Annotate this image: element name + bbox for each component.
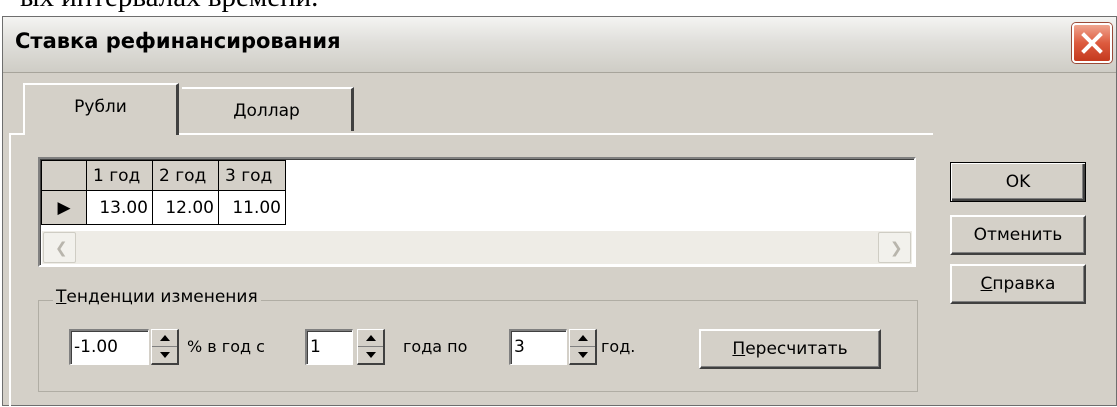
close-button[interactable] — [1072, 23, 1112, 63]
rates-table: 1 год 2 год 3 год ▶ 13.00 12.00 11.00 — [41, 160, 286, 225]
ok-button-label: OK — [1005, 172, 1031, 192]
tab-dollar[interactable]: Доллар — [182, 87, 354, 131]
year-to-label: года по — [403, 337, 468, 356]
arrow-down-icon — [578, 351, 588, 358]
ok-button[interactable]: OK — [950, 162, 1086, 202]
arrow-down-icon — [160, 351, 170, 358]
row-indicator-icon: ▶ — [41, 190, 87, 225]
recalculate-hotkey: П — [732, 339, 746, 359]
year-suffix-label: год. — [601, 337, 636, 356]
column-header-year-1[interactable]: 1 год — [86, 160, 153, 191]
rate-change-spinner[interactable] — [151, 329, 179, 365]
arrow-up-icon — [578, 335, 588, 341]
help-button-label: правка — [992, 274, 1056, 294]
column-header-year-2[interactable]: 2 год — [152, 160, 219, 191]
spinner-up-button[interactable] — [152, 330, 177, 347]
trend-title-label: енденции изменения — [66, 287, 258, 307]
help-button-hotkey: С — [980, 274, 993, 294]
from-year-spinner[interactable] — [357, 329, 385, 365]
window-title: Ставка рефинансирования — [15, 29, 341, 53]
spinner-down-button[interactable] — [570, 347, 595, 364]
scroll-right-button[interactable]: ❯ — [878, 232, 911, 263]
cell-year-1[interactable]: 13.00 — [86, 190, 153, 225]
rate-change-input[interactable]: -1.00 — [69, 329, 149, 365]
chevron-left-icon: ❮ — [55, 239, 68, 257]
rates-grid[interactable]: 1 год 2 год 3 год ▶ 13.00 12.00 11.00 ❮ … — [38, 157, 916, 267]
recalculate-button[interactable]: Пересчитать — [699, 329, 881, 369]
spinner-up-button[interactable] — [570, 330, 595, 347]
recalculate-label: ересчитать — [745, 339, 848, 359]
grid-corner-cell — [41, 160, 87, 191]
tab-rubles[interactable]: Рубли — [23, 83, 179, 135]
chevron-right-icon: ❯ — [890, 239, 903, 257]
arrow-up-icon — [160, 335, 170, 341]
trend-groupbox-title: Тенденции изменения — [53, 287, 261, 307]
spinner-down-button[interactable] — [358, 347, 383, 364]
rate-change-value: -1.00 — [74, 337, 118, 357]
trend-groupbox: Тенденции изменения -1.00 % в год с 1 го… — [38, 287, 918, 392]
grid-header-row: 1 год 2 год 3 год — [41, 160, 286, 191]
to-year-input[interactable]: 3 — [509, 329, 567, 365]
cancel-button-label: Отменить — [973, 225, 1063, 245]
to-year-value: 3 — [514, 337, 525, 357]
help-button[interactable]: Справка — [950, 264, 1086, 304]
close-icon — [1081, 32, 1103, 54]
arrow-down-icon — [366, 351, 376, 358]
from-year-input[interactable]: 1 — [305, 329, 353, 365]
scroll-left-button[interactable]: ❮ — [43, 232, 76, 263]
cancel-button[interactable]: Отменить — [950, 215, 1086, 255]
horizontal-scrollbar[interactable]: ❮ ❯ — [42, 231, 912, 264]
arrow-up-icon — [366, 335, 376, 341]
title-bar[interactable]: Ставка рефинансирования — [3, 17, 1116, 73]
trend-title-hotkey: Т — [56, 287, 67, 307]
spinner-up-button[interactable] — [358, 330, 383, 347]
spinner-down-button[interactable] — [152, 347, 177, 364]
cell-year-3[interactable]: 11.00 — [218, 190, 286, 225]
percent-per-year-label: % в год с — [187, 337, 265, 356]
to-year-spinner[interactable] — [569, 329, 597, 365]
document-text: ых интервалах времени. — [20, 0, 318, 14]
cell-year-2[interactable]: 12.00 — [152, 190, 219, 225]
table-row: ▶ 13.00 12.00 11.00 — [41, 190, 286, 225]
from-year-value: 1 — [310, 337, 321, 357]
column-header-year-3[interactable]: 3 год — [218, 160, 286, 191]
